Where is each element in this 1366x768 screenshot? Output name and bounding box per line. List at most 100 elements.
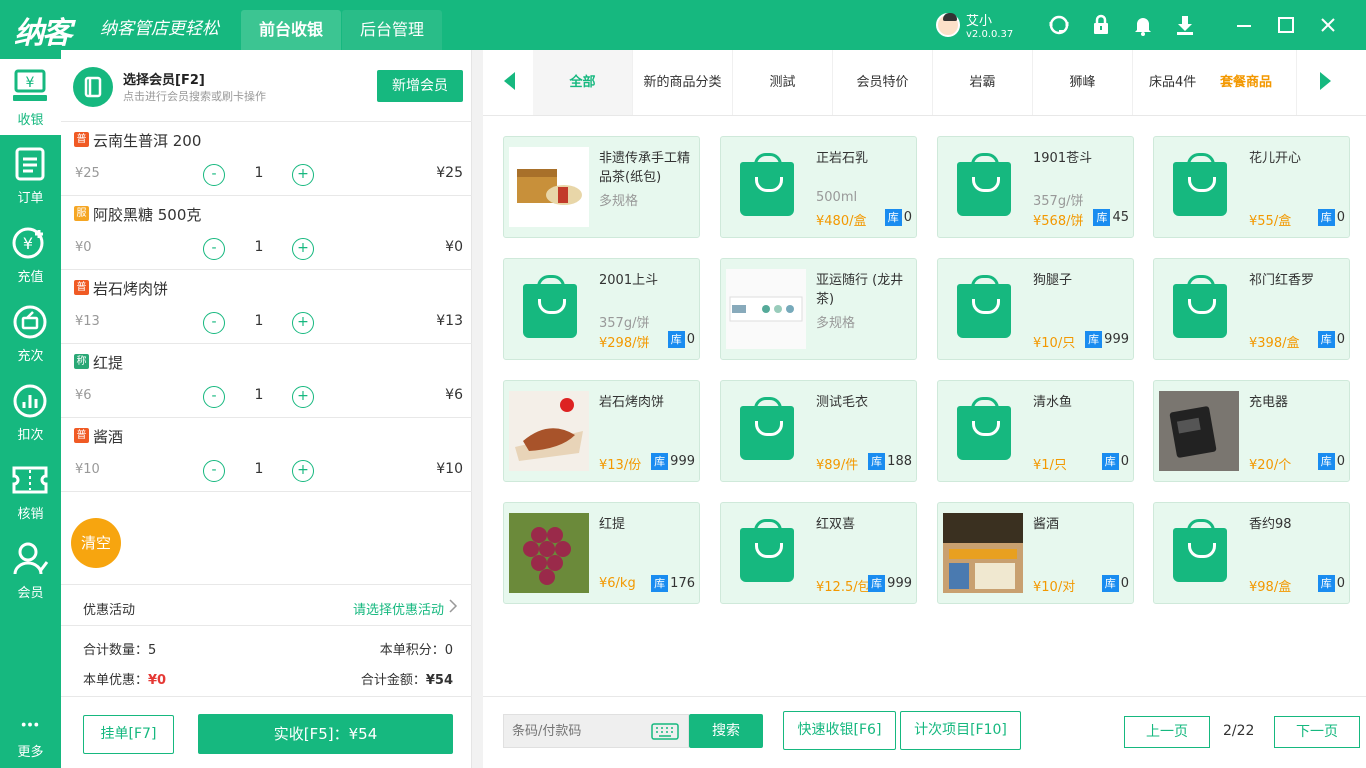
product-card[interactable]: 香约98 ¥98/盒 库 0 [1153,502,1350,604]
stock-count: 0 [903,210,912,225]
product-price: ¥55/盒 [1249,214,1292,229]
item-qty[interactable]: 1 [248,239,270,255]
hold-order-button[interactable]: 挂单[F7] [83,715,174,754]
keyboard-icon[interactable] [651,723,679,740]
item-qty[interactable]: 1 [248,387,270,403]
product-card[interactable]: 花儿开心 ¥55/盒 库 0 [1153,136,1350,238]
product-card[interactable]: 祁门红香罗 ¥398/盒 库 0 [1153,258,1350,360]
product-card[interactable]: 2001上斗 357g/饼 ¥298/饼 库 0 [503,258,700,360]
decrease-qty-button[interactable]: - [203,460,225,482]
category-tab[interactable]: 全部 [533,50,633,115]
sidebar-item-cashier[interactable]: ¥ 收银 [0,59,61,135]
member-select-title: 选择会员[F2] [123,73,205,88]
item-type-badge: 服 [74,206,89,221]
item-total: ¥13 [436,313,463,329]
add-member-button[interactable]: 新增会员 [377,70,463,102]
category-tab[interactable]: 狮峰 [1033,50,1133,115]
product-card[interactable]: 岩石烤肉饼 ¥13/份库 999 [503,380,700,482]
category-tab[interactable]: 床品4件 [1133,50,1215,115]
sidebar-item-member[interactable]: 会员 [0,532,61,608]
product-image [509,147,589,227]
item-qty[interactable]: 1 [248,165,270,181]
decrease-qty-button[interactable]: - [203,312,225,334]
product-card[interactable]: 1901苍斗 357g/饼 ¥568/饼库 45 [937,136,1134,238]
minimize-icon[interactable] [1232,13,1256,37]
increase-qty-button[interactable]: + [292,238,314,260]
decrease-qty-button[interactable]: - [203,164,225,186]
category-tab[interactable]: 测試 [733,50,833,115]
member-select[interactable]: 选择会员[F2] 点击进行会员搜索或刷卡操作 新增会员 [61,50,472,122]
lock-icon[interactable] [1089,13,1113,37]
sidebar-item-verify[interactable]: 核销 [0,453,61,529]
product-stock: 库0 [1317,331,1345,348]
product-price: ¥298/饼 [599,336,650,351]
count-items-button[interactable]: 计次项目[F10] [900,711,1021,750]
cart-item: 称 红提 ¥6 - 1 + ¥6 [61,344,472,418]
product-card[interactable]: 非遗传承手工精品茶(纸包) 多规格 [503,136,700,238]
stock-count: 0 [1336,576,1345,591]
product-spec: 500ml [816,190,858,205]
download-icon[interactable] [1173,13,1197,37]
stock-count: 176 [670,576,695,591]
product-image [726,269,806,349]
sidebar-item-more[interactable]: 更多 [0,715,61,768]
product-card[interactable]: 红提 ¥6/kg 库 176 [503,502,700,604]
sidebar-item-orders[interactable]: 订单 [0,137,61,213]
stock-count: 0 [1120,576,1129,591]
product-card[interactable]: 正岩石乳 500ml ¥480/盒 库 0 [720,136,917,238]
item-type-badge: 普 [74,428,89,443]
shopping-bag-icon [740,519,794,582]
product-card[interactable]: 充电器 ¥20/个 库 0 [1153,380,1350,482]
product-name: 狗腿子 [1033,273,1073,288]
product-spec: 357g/饼 [1033,194,1084,209]
product-card[interactable]: 清水鱼 ¥1/只 库 0 [937,380,1134,482]
increase-qty-button[interactable]: + [292,164,314,186]
next-page-button[interactable]: 下一页 [1274,716,1360,748]
prev-page-button[interactable]: 上一页 [1124,716,1210,748]
bell-icon[interactable] [1131,13,1155,37]
sidebar-item-deduct-count[interactable]: 扣次 [0,374,61,450]
product-card[interactable]: 亚运随行 (龙井茶) 多规格 [720,258,917,360]
sidebar-item-recharge-count[interactable]: 充次 [0,295,61,371]
increase-qty-button[interactable]: + [292,312,314,334]
decrease-qty-button[interactable]: - [203,238,225,260]
promotion-select[interactable]: 请选择优惠活动 [353,599,444,618]
product-stock: 库0 [1317,575,1345,592]
tab-back-office[interactable]: 后台管理 [342,10,442,50]
checkout-button[interactable]: 实收[F5]：¥54 [198,714,453,754]
support-icon[interactable] [1047,13,1071,37]
stock-count: 999 [887,576,912,591]
cart-item: 普 酱酒 ¥10 - 1 + ¥10 [61,418,472,492]
tab-front-cashier[interactable]: 前台收银 [241,10,341,50]
increase-qty-button[interactable]: + [292,386,314,408]
category-tab[interactable]: 新的商品分类 [633,50,733,115]
clear-cart-button[interactable]: 清空 [71,518,121,568]
product-name: 香约98 [1249,517,1292,532]
category-tab[interactable]: 会员特价 [833,50,933,115]
item-qty[interactable]: 1 [248,461,270,477]
category-tab[interactable]: 套餐商品 [1215,50,1297,115]
stock-badge: 库 [868,575,886,592]
decrease-qty-button[interactable]: - [203,386,225,408]
maximize-icon[interactable] [1274,13,1298,37]
total-amount: ¥54 [425,673,453,688]
item-type-badge: 称 [74,354,89,369]
close-icon[interactable] [1316,13,1340,37]
promotion-row[interactable]: 优惠活动 请选择优惠活动 [61,584,472,626]
product-card[interactable]: 狗腿子 ¥10/只库 999 [937,258,1134,360]
product-card[interactable]: 酱酒 ¥10/对 库 0 [937,502,1134,604]
product-card[interactable]: 测试毛衣 ¥89/件库 188 [720,380,917,482]
product-card[interactable]: 红双喜 ¥12.5/包库 999 [720,502,917,604]
stock-badge: 库 [651,575,669,592]
sidebar-item-recharge[interactable]: ¥ 充值 [0,216,61,292]
user-name: 艾小 [966,14,993,29]
product-price: ¥10/对 [1033,580,1076,595]
search-button[interactable]: 搜索 [689,714,763,748]
quick-checkout-button[interactable]: 快速收银[F6] [783,711,896,750]
item-qty[interactable]: 1 [248,313,270,329]
category-prev-icon[interactable] [504,72,515,90]
category-tab[interactable]: 岩霸 [933,50,1033,115]
product-name: 红双喜 [816,517,856,532]
category-next-icon[interactable] [1320,72,1331,90]
increase-qty-button[interactable]: + [292,460,314,482]
